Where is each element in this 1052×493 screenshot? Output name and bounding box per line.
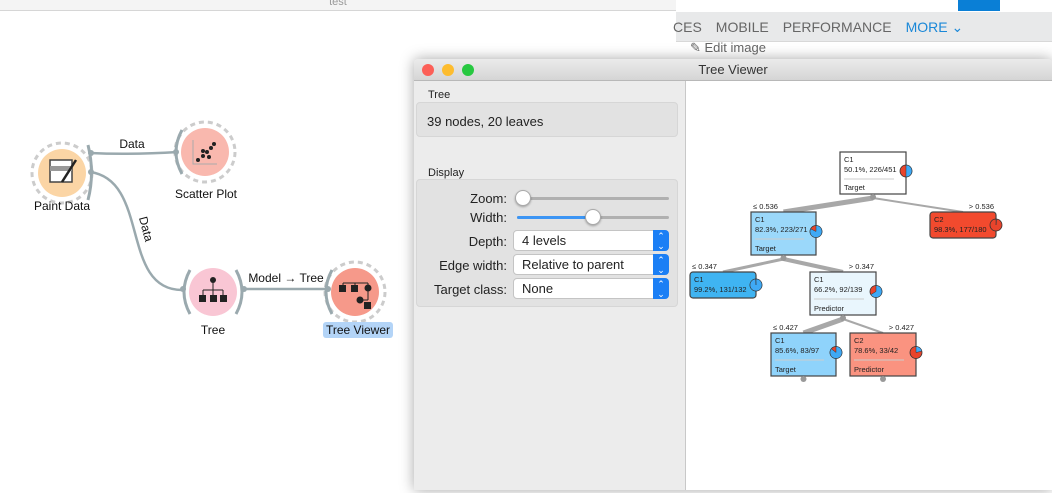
slider-handle[interactable] [585,209,601,225]
node-stats: 66.2%, 92/139 [814,285,862,294]
edge-width-value: Relative to parent [522,257,624,272]
widget-tree-icon [189,268,237,316]
nav-item[interactable]: CES [673,19,702,35]
maximize-icon[interactable] [462,64,474,76]
slider-handle[interactable] [515,190,531,206]
node-attribute: Predictor [854,365,885,374]
widget-paint-data-icon [30,141,94,205]
tree-node[interactable]: C166.2%, 92/139 Predictor [809,271,883,316]
chevron-updown-icon: ⌃ ⌄ [653,230,669,251]
tree-viewer-window: Tree Viewer Tree 39 nodes, 20 leaves Dis… [414,59,1052,490]
node-stats: 78.6%, 33/42 [854,346,898,355]
tree-node[interactable]: C150.1%, 226/451 Target [839,151,913,195]
tree-edge [802,316,844,336]
node-attribute: Predictor [814,304,845,313]
widget-label-paint-data[interactable]: Paint Data [34,199,90,213]
node-stats: 99.2%, 131/132 [694,285,747,294]
window-title: Tree Viewer [698,62,768,77]
widget-tree-viewer-icon [323,260,387,324]
tree-view-canvas[interactable]: C1 50.1%, 226/451 Target C1 82.3%, 223/271 Ta… [677,81,1052,490]
tree-node[interactable]: C298.3%, 177/180 [929,211,1003,239]
tree-edge [872,197,964,213]
edge-threshold-label: ≤ 0.347 [692,262,717,271]
node-class: C2 [934,215,944,224]
tree-info-box: 39 nodes, 20 leaves [416,102,678,137]
edit-image-link[interactable]: ✎ Edit image [690,40,766,56]
tree-graph: C150.1%, 226/451TargetC182.3%, 223/271Ta… [677,151,1003,382]
width-label: Width: [470,210,507,225]
tree-info: 39 nodes, 20 leaves [427,114,544,129]
chevron-updown-icon: ⌃ ⌄ [653,254,669,275]
expand-dot[interactable] [870,194,876,200]
tree-node[interactable]: C199.2%, 131/132 [689,271,763,299]
window-titlebar[interactable]: Tree Viewer [414,59,1052,81]
node-stats: 85.6%, 83/97 [775,346,819,355]
depth-label: Depth: [468,234,507,249]
close-icon[interactable] [422,64,434,76]
web-nav: CES MOBILE PERFORMANCE MORE ⌄ [673,12,1052,42]
node-class: C2 [854,336,864,345]
display-group-label: Display [428,167,465,179]
node-attribute: Target [775,365,797,374]
edge-width-label: Edge width: [439,258,507,273]
link-paint-tree [89,170,183,292]
nav-item-more[interactable]: MORE ⌄ [906,19,964,35]
edge-threshold-label: > 0.536 [969,202,994,211]
node-stats: 98.3%, 177/180 [934,225,987,234]
widget-label-scatter-plot[interactable]: Scatter Plot [175,187,237,201]
zoom-label: Zoom: [470,191,507,206]
depth-select[interactable]: 4 levels ⌃ ⌄ [513,230,669,251]
width-slider[interactable] [517,209,669,225]
tree-group-label: Tree [428,89,451,101]
node-attribute: Target [755,244,777,253]
tree-node[interactable]: C185.6%, 83/97 Target [770,332,843,377]
link-label: Model → Tree [248,271,324,285]
chevron-updown-icon: ⌃ ⌄ [653,278,669,299]
target-class-value: None [522,281,554,296]
tree-edge [842,318,884,334]
node-class: C1 [814,275,824,284]
node-attribute: Target [844,183,866,192]
zoom-slider[interactable] [515,190,669,206]
node-class: C1 [694,275,704,284]
edge-threshold-label: > 0.427 [889,323,914,332]
target-class-select[interactable]: None ⌃ ⌄ [513,278,669,299]
nav-item[interactable]: MOBILE [716,19,769,35]
brand-block [958,0,1000,11]
expand-dot[interactable] [780,255,787,261]
node-stats: 50.1%, 226/451 [844,165,897,174]
link-label: Data [119,137,145,151]
node-class: C1 [775,336,785,345]
expand-dot[interactable] [840,315,846,321]
display-box: Zoom: Width: Depth: 4 levels ⌃ ⌄ Edge widt… [416,179,678,307]
edge-threshold-label: ≤ 0.536 [753,202,778,211]
minimize-icon[interactable] [442,64,454,76]
edge-width-select[interactable]: Relative to parent ⌃ ⌄ [513,254,669,275]
node-class: C1 [755,215,765,224]
expand-dot[interactable] [880,376,886,382]
tree-edge [722,257,784,274]
node-class: C1 [844,155,854,164]
depth-value: 4 levels [522,233,567,248]
tree-node[interactable]: C278.6%, 33/42 Predictor [849,332,923,377]
tree-node[interactable]: C182.3%, 223/271 Target [750,211,823,256]
tree-edge [783,257,844,274]
tree-edge [783,195,874,215]
expand-dot[interactable] [800,376,807,382]
widget-label-tree[interactable]: Tree [201,323,225,337]
link-paint-scatter [89,150,179,156]
node-stats: 82.3%, 223/271 [755,225,808,234]
widget-label-tree-viewer[interactable]: Tree Viewer [322,322,394,338]
edge-threshold-label: > 0.347 [849,262,874,271]
target-class-label: Target class: [434,282,507,297]
widget-scatter-plot-icon [173,120,237,184]
nav-item[interactable]: PERFORMANCE [783,19,892,35]
edge-threshold-label: ≤ 0.427 [773,323,798,332]
